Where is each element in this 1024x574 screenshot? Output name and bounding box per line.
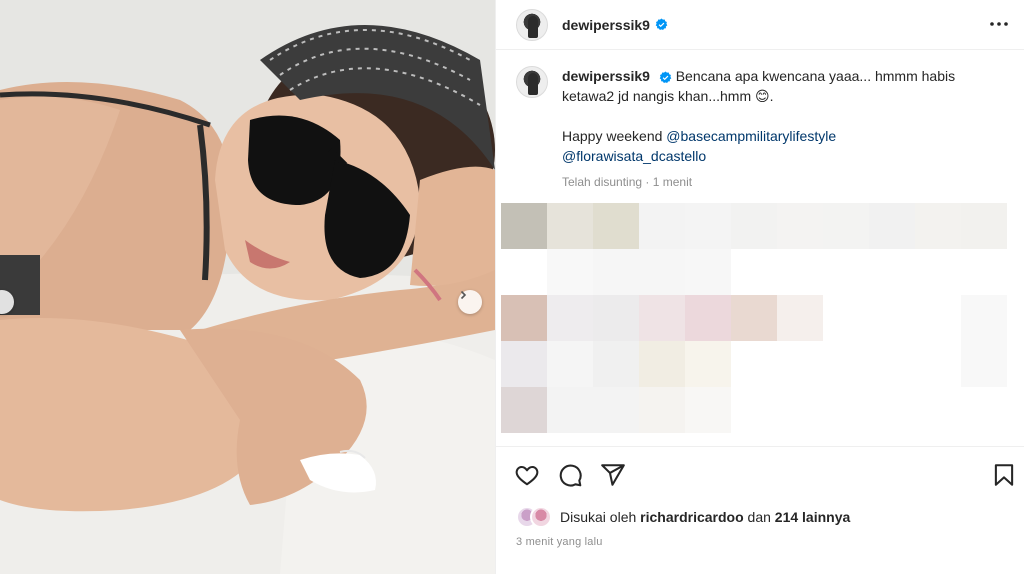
heart-icon[interactable] (514, 462, 540, 488)
smile-emoji-icon: 😊 (755, 88, 770, 104)
caption-meta: Telah disunting · 1 menit (562, 172, 1002, 192)
edited-time[interactable]: 1 menit (653, 175, 692, 189)
post-photo[interactable] (0, 0, 495, 574)
likes-row: Disukai oleh richardricardoo dan 214 lai… (516, 506, 850, 528)
chevron-right-icon (460, 290, 467, 300)
verified-badge-icon (659, 71, 672, 84)
caption-row: dewiperssik9 Bencana apa kwencana yaaa..… (516, 66, 1006, 192)
post-panel: dewiperssik9 dewiperssik9 Bencana apa kw… (495, 0, 1024, 574)
mention-link-1[interactable]: @basecampmilitarylifestyle (666, 128, 836, 144)
caption-body: dewiperssik9 Bencana apa kwencana yaaa..… (562, 66, 1002, 106)
author-avatar[interactable] (516, 8, 548, 41)
caption-avatar[interactable] (516, 66, 548, 98)
photo-illustration (0, 0, 495, 574)
and-label: dan (747, 509, 771, 525)
edited-label: Telah disunting (562, 175, 643, 189)
liked-by-prefix: Disukai oleh (560, 509, 637, 525)
liked-by-username[interactable]: richardricardoo (640, 509, 743, 525)
bookmark-icon[interactable] (991, 462, 1017, 488)
likes-others-count[interactable]: 214 lainnya (775, 509, 851, 525)
blurred-comments-area (501, 203, 1021, 433)
caption-username[interactable]: dewiperssik9 (562, 68, 650, 84)
mention-link-2[interactable]: @florawisata_dcastello (562, 148, 706, 164)
caption-line2: Happy weekend @basecampmilitarylifestyle… (562, 126, 1002, 166)
author-username[interactable]: dewiperssik9 (562, 17, 650, 33)
comment-icon[interactable] (557, 462, 583, 488)
caption-line2-text: Happy weekend (562, 128, 663, 144)
more-options-icon[interactable] (989, 14, 1009, 34)
meta-separator: · (645, 175, 650, 189)
caption: dewiperssik9 Bencana apa kwencana yaaa..… (562, 66, 1002, 192)
caption-period: . (769, 88, 774, 104)
liker-avatar (530, 506, 552, 528)
post-time-ago[interactable]: 3 menit yang lalu (516, 536, 603, 548)
next-photo-button[interactable] (458, 290, 482, 314)
share-icon[interactable] (600, 462, 626, 488)
liker-avatars[interactable] (516, 506, 554, 528)
post-actions (496, 446, 1024, 502)
verified-badge-icon (655, 18, 668, 31)
post-header: dewiperssik9 (496, 0, 1024, 50)
